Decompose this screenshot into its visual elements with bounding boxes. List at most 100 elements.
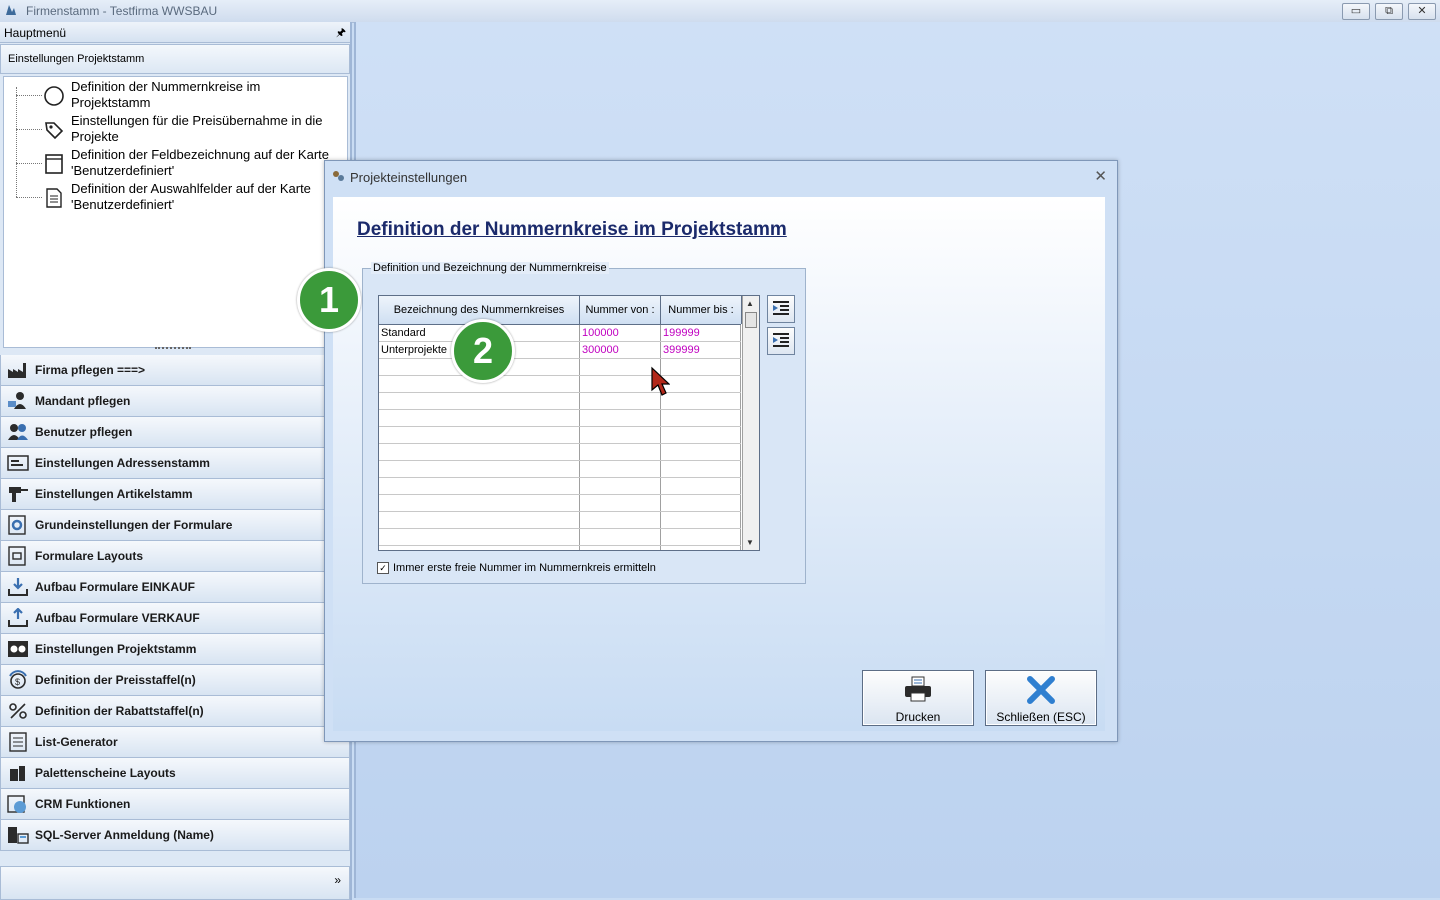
menu-item-rabattstaffel[interactable]: Definition der Rabattstaffel(n)	[0, 696, 350, 727]
cell-nummer-bis[interactable]: 399999	[661, 342, 741, 358]
first-free-number-option[interactable]: ✓ Immer erste freie Nummer im Nummernkrei…	[377, 562, 656, 575]
close-esc-button[interactable]: Schließen (ESC)	[985, 670, 1097, 726]
cell-nummer-von[interactable]	[580, 546, 661, 550]
cell-bezeichnung[interactable]	[379, 444, 580, 460]
menu-item-formulare-layouts[interactable]: Formulare Layouts	[0, 541, 350, 572]
menu-item-artikelstamm[interactable]: Einstellungen Artikelstamm	[0, 479, 350, 510]
menu-item-projektstamm[interactable]: Einstellungen Projektstamm	[0, 634, 350, 665]
pin-icon[interactable]: 🖈	[336, 24, 346, 43]
cell-nummer-bis[interactable]	[661, 529, 741, 545]
cell-nummer-von[interactable]: 300000	[580, 342, 661, 358]
cell-nummer-bis[interactable]	[661, 512, 741, 528]
cell-bezeichnung[interactable]	[379, 427, 580, 443]
cell-nummer-bis[interactable]	[661, 359, 741, 375]
cell-nummer-von[interactable]	[580, 393, 661, 409]
cell-nummer-von[interactable]	[580, 529, 661, 545]
close-window-button[interactable]: ✕	[1408, 3, 1436, 20]
cell-nummer-von[interactable]	[580, 461, 661, 477]
column-header-nummer-von[interactable]: Nummer von :	[580, 296, 661, 324]
delete-row-button[interactable]	[767, 327, 795, 355]
nummernkreise-grid[interactable]: Bezeichnung des Nummernkreises Nummer vo…	[378, 295, 760, 551]
menu-item-mandant[interactable]: Mandant pflegen	[0, 386, 350, 417]
tree-item-auswahlfelder[interactable]: Definition der Auswahlfelder auf der Kar…	[16, 181, 346, 215]
cell-nummer-von[interactable]	[580, 478, 661, 494]
insert-row-button[interactable]	[767, 295, 795, 323]
table-row-empty[interactable]	[379, 529, 741, 546]
cell-nummer-von[interactable]	[580, 359, 661, 375]
menu-item-crm[interactable]: CRM Funktionen	[0, 789, 350, 820]
menu-item-list-generator[interactable]: List-Generator	[0, 727, 350, 758]
cell-bezeichnung[interactable]	[379, 529, 580, 545]
cell-nummer-bis[interactable]	[661, 478, 741, 494]
menu-item-firma[interactable]: Firma pflegen ===>	[0, 355, 350, 386]
scroll-down-icon[interactable]: ▼	[746, 538, 754, 547]
menu-item-grundeinstellungen[interactable]: Grundeinstellungen der Formulare	[0, 510, 350, 541]
menu-item-verkauf[interactable]: Aufbau Formulare VERKAUF	[0, 603, 350, 634]
cell-nummer-bis[interactable]: 199999	[661, 325, 741, 341]
column-header-nummer-bis[interactable]: Nummer bis :	[661, 296, 742, 324]
cell-bezeichnung[interactable]	[379, 393, 580, 409]
menu-item-benutzer[interactable]: Benutzer pflegen	[0, 417, 350, 448]
cell-nummer-von[interactable]	[580, 495, 661, 511]
tree-item-nummernkreise[interactable]: Definition der Nummernkreise im Projekts…	[16, 79, 346, 113]
table-row[interactable]: Unterprojekte 300000 399999	[379, 342, 741, 359]
table-row-empty[interactable]	[379, 359, 741, 376]
table-row-empty[interactable]	[379, 410, 741, 427]
cell-nummer-von[interactable]	[580, 376, 661, 392]
cell-nummer-bis[interactable]	[661, 546, 741, 550]
cell-nummer-von[interactable]	[580, 427, 661, 443]
table-row[interactable]: Standard 100000 199999	[379, 325, 741, 342]
cell-nummer-von[interactable]: 100000	[580, 325, 661, 341]
cell-bezeichnung[interactable]	[379, 495, 580, 511]
circle-icon	[44, 86, 64, 106]
menu-item-einkauf[interactable]: Aufbau Formulare EINKAUF	[0, 572, 350, 603]
cell-nummer-bis[interactable]	[661, 393, 741, 409]
tree-item-feldbezeichnung[interactable]: Definition der Feldbezeichnung auf der K…	[16, 147, 346, 181]
table-row-empty[interactable]	[379, 393, 741, 410]
menu-item-sql-server[interactable]: SQL-Server Anmeldung (Name)	[0, 820, 350, 851]
cell-nummer-bis[interactable]	[661, 376, 741, 392]
menu-item-label: Einstellungen Artikelstamm	[35, 487, 193, 501]
dialog-close-icon[interactable]: ✕	[1094, 167, 1107, 185]
table-row-empty[interactable]	[379, 461, 741, 478]
cell-bezeichnung[interactable]	[379, 410, 580, 426]
cell-nummer-bis[interactable]	[661, 427, 741, 443]
tree-branch	[16, 129, 42, 130]
grid-header: Bezeichnung des Nummernkreises Nummer vo…	[379, 296, 742, 325]
cell-nummer-bis[interactable]	[661, 495, 741, 511]
menu-item-palettenscheine[interactable]: Palettenscheine Layouts	[0, 758, 350, 789]
scroll-thumb[interactable]	[745, 312, 757, 328]
cell-bezeichnung[interactable]	[379, 512, 580, 528]
cell-nummer-bis[interactable]	[661, 461, 741, 477]
sidebar-section-header[interactable]: Einstellungen Projektstamm	[0, 44, 350, 74]
tree-branch	[16, 197, 42, 198]
restore-button[interactable]: ⧉	[1375, 3, 1403, 20]
table-row-empty[interactable]	[379, 546, 741, 550]
gear-form-icon	[8, 515, 26, 535]
splitter-grip[interactable]	[155, 347, 191, 353]
form-icon	[45, 154, 63, 174]
table-row-empty[interactable]	[379, 478, 741, 495]
table-row-empty[interactable]	[379, 444, 741, 461]
table-row-empty[interactable]	[379, 495, 741, 512]
cell-nummer-von[interactable]	[580, 512, 661, 528]
tree-item-preisuebernahme[interactable]: Einstellungen für die Preisübernahme in …	[16, 113, 346, 147]
print-button[interactable]: Drucken	[862, 670, 974, 726]
table-row-empty[interactable]	[379, 512, 741, 529]
table-row-empty[interactable]	[379, 376, 741, 393]
minimize-button[interactable]: ▭	[1342, 3, 1370, 20]
chevron-more-icon[interactable]: »	[334, 873, 341, 887]
cell-bezeichnung[interactable]	[379, 546, 580, 550]
cell-nummer-von[interactable]	[580, 410, 661, 426]
grid-scrollbar[interactable]: ▲ ▼	[742, 296, 759, 550]
menu-item-adressenstamm[interactable]: Einstellungen Adressenstamm	[0, 448, 350, 479]
cell-bezeichnung[interactable]	[379, 478, 580, 494]
menu-item-preisstaffel[interactable]: $ Definition der Preisstaffel(n)	[0, 665, 350, 696]
cell-nummer-bis[interactable]	[661, 444, 741, 460]
cell-nummer-bis[interactable]	[661, 410, 741, 426]
table-row-empty[interactable]	[379, 427, 741, 444]
first-free-number-checkbox[interactable]: ✓	[377, 562, 389, 575]
scroll-up-icon[interactable]: ▲	[746, 299, 754, 308]
cell-nummer-von[interactable]	[580, 444, 661, 460]
cell-bezeichnung[interactable]	[379, 461, 580, 477]
